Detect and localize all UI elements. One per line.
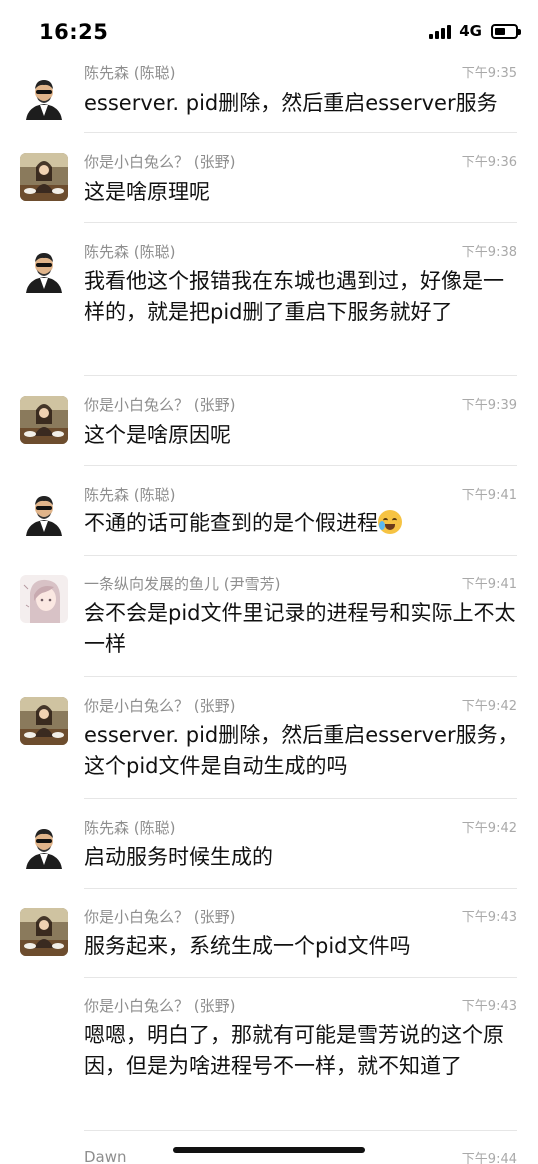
divider: [84, 132, 517, 133]
message-text[interactable]: 启动服务时候生成的: [84, 842, 520, 873]
message-time: 下午9:42: [461, 821, 517, 836]
sender-name: Dawn: [84, 1148, 127, 1164]
sender-name: 你是小白兔么？ (张野): [84, 997, 236, 1015]
divider: [84, 465, 517, 466]
message-time: 下午9:42: [461, 699, 517, 714]
message-text[interactable]: 这个是啥原因呢: [84, 420, 520, 451]
sender-name: 陈先森 (陈聪): [84, 819, 176, 837]
divider: [84, 555, 517, 556]
message-text[interactable]: esserver. pid删除，然后重启esserver服务: [84, 88, 520, 119]
chat-screen: 16:25 4G 陈先森 (陈聪) 下午9:35 esserver. pid删除…: [0, 0, 538, 1164]
message-text[interactable]: 服务起来，系统生成一个pid文件吗: [84, 931, 520, 962]
home-indicator[interactable]: [173, 1147, 365, 1153]
divider: [84, 888, 517, 889]
message-time: 下午9:43: [461, 910, 517, 925]
sender-name: 你是小白兔么？ (张野): [84, 908, 236, 926]
message-text[interactable]: 这是啥原理呢: [84, 177, 520, 208]
message-time: 下午9:41: [461, 577, 517, 592]
message-text: 不通的话可能查到的是个假进程: [84, 511, 378, 535]
message-time: 下午9:36: [461, 155, 517, 170]
message-time: 下午9:35: [461, 66, 517, 81]
anime-girl-avatar[interactable]: [20, 575, 68, 623]
man-suit-avatar[interactable]: [20, 821, 68, 869]
message-time: 下午9:44: [461, 1152, 517, 1164]
divider: [84, 676, 517, 677]
laugh-cry-emoji-icon: [378, 510, 402, 534]
message-text-wrapper[interactable]: 不通的话可能查到的是个假进程: [84, 508, 520, 539]
network-type: 4G: [459, 22, 482, 40]
sender-name: 陈先森 (陈聪): [84, 243, 176, 261]
status-indicators: 4G: [429, 22, 521, 40]
sender-name: 你是小白兔么？ (张野): [84, 697, 236, 715]
divider: [84, 977, 517, 978]
message-text[interactable]: 嗯嗯，明白了，那就有可能是雪芳说的这个原因，但是为啥进程号不一样，就不知道了: [84, 1020, 520, 1082]
man-suit-avatar[interactable]: [20, 72, 68, 120]
girl-photo-avatar[interactable]: [20, 697, 68, 745]
message-text[interactable]: 我看他这个报错我在东城也遇到过，好像是一样的，就是把pid删了重启下服务就好了: [84, 266, 520, 328]
sender-name: 一条纵向发展的鱼儿 (尹雪芳): [84, 575, 281, 593]
sender-name: 你是小白兔么？ (张野): [84, 396, 236, 414]
man-suit-avatar[interactable]: [20, 488, 68, 536]
sender-name: 陈先森 (陈聪): [84, 64, 176, 82]
battery-icon: [491, 23, 521, 39]
girl-photo-avatar[interactable]: [20, 396, 68, 444]
message-time: 下午9:39: [461, 398, 517, 413]
man-suit-avatar[interactable]: [20, 245, 68, 293]
message-time: 下午9:41: [461, 488, 517, 503]
divider: [84, 375, 517, 376]
girl-photo-avatar[interactable]: [20, 153, 68, 201]
girl-photo-avatar[interactable]: [20, 908, 68, 956]
signal-icon: [429, 24, 452, 39]
sender-name: 你是小白兔么？ (张野): [84, 153, 236, 171]
divider: [84, 222, 517, 223]
status-time: 16:25: [39, 20, 109, 44]
status-bar: 16:25 4G: [0, 0, 538, 62]
message-time: 下午9:43: [461, 999, 517, 1014]
divider: [84, 1130, 517, 1131]
message-text[interactable]: esserver. pid删除，然后重启esserver服务，这个pid文件是自…: [84, 720, 520, 782]
message-text[interactable]: 会不会是pid文件里记录的进程号和实际上不太一样: [84, 598, 520, 660]
sender-name: 陈先森 (陈聪): [84, 486, 176, 504]
message-time: 下午9:38: [461, 245, 517, 260]
divider: [84, 798, 517, 799]
